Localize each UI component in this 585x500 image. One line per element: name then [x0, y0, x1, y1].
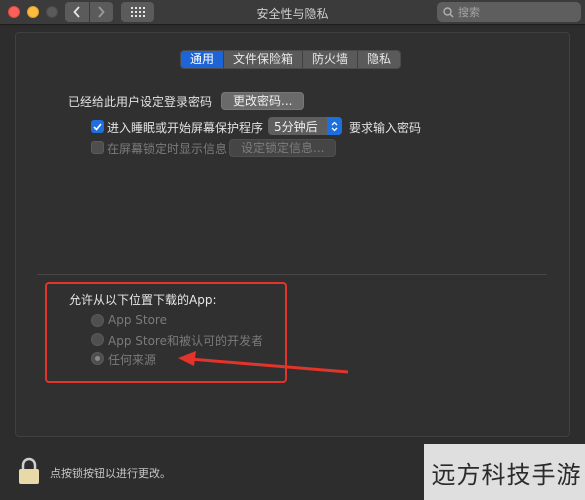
password-delay-value: 5分钟后	[274, 119, 318, 134]
tab-privacy[interactable]: 隐私	[357, 51, 401, 68]
change-password-button[interactable]: 更改密码...	[221, 92, 305, 110]
tab-bar: 通用 文件保险箱 防火墙 隐私	[180, 50, 402, 69]
password-delay-select[interactable]: 5分钟后	[268, 117, 342, 135]
lock-message-checkbox[interactable]	[91, 141, 104, 154]
title-bar: 安全性与隐私 搜索	[0, 0, 585, 25]
updown-arrows-icon	[327, 117, 342, 135]
tab-filevault[interactable]: 文件保险箱	[223, 51, 303, 68]
tab-firewall[interactable]: 防火墙	[302, 51, 358, 68]
annotation-arrow	[178, 351, 349, 374]
search-field[interactable]: 搜索	[437, 2, 581, 22]
lock-message-label: 在屏幕锁定时显示信息	[107, 142, 228, 156]
password-set-label: 已经给此用户设定登录密码	[68, 95, 213, 109]
search-icon	[443, 6, 454, 18]
lock-icon[interactable]	[17, 457, 41, 485]
watermark: 远方科技手游	[424, 444, 585, 500]
require-password-checkbox[interactable]	[91, 120, 104, 133]
tab-general[interactable]: 通用	[181, 51, 224, 68]
section-divider	[37, 274, 547, 275]
checkmark-icon	[93, 122, 102, 131]
require-password-label: 进入睡眠或开始屏幕保护程序	[107, 121, 264, 135]
set-lock-message-button[interactable]: 设定锁定信息...	[229, 139, 337, 157]
lock-hint-text: 点按锁按钮以进行更改。	[50, 467, 171, 480]
search-placeholder: 搜索	[458, 6, 480, 19]
require-password-suffix: 要求输入密码	[349, 121, 422, 135]
